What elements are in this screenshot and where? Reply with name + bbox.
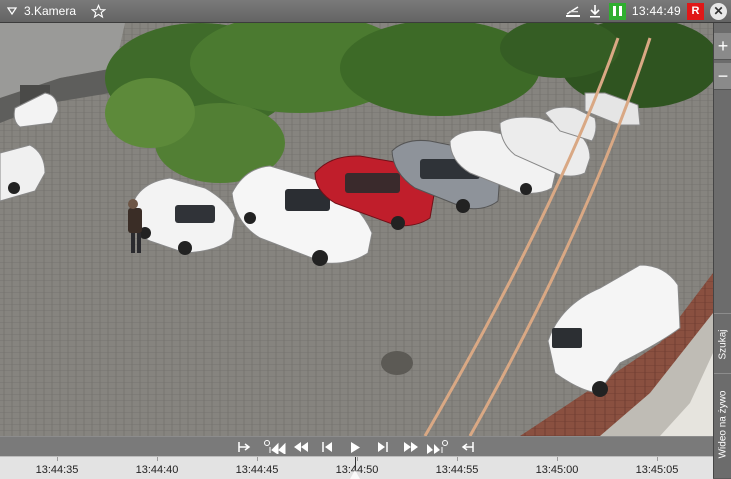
image-settings-icon[interactable] [565,3,581,19]
collapse-arrow-icon[interactable] [4,3,20,19]
export-download-icon[interactable] [587,3,603,19]
parking-lot-scene [0,23,713,436]
zoom-out-button[interactable]: − [714,63,731,90]
timeline-tick [457,457,458,461]
timeline-label: 13:44:35 [35,464,79,476]
playback-controls [0,436,713,457]
timeline-label: 13:45:05 [635,464,679,476]
skip-back-timed-icon[interactable] [262,439,288,455]
go-to-start-icon[interactable] [236,439,252,455]
go-to-end-icon[interactable] [460,439,476,455]
pause-button[interactable] [608,2,626,20]
fast-forward-icon[interactable] [402,439,420,455]
timeline-label: 13:45:00 [535,464,579,476]
timeline-label: 13:44:55 [435,464,479,476]
camera-name: 3.Kamera [24,4,77,18]
zoom-in-button[interactable]: + [714,33,731,60]
timeline-label: 13:44:40 [135,464,179,476]
timeline-tick [157,457,158,461]
rewind-icon[interactable] [292,439,310,455]
step-back-icon[interactable] [320,439,334,455]
star-icon[interactable] [90,3,106,19]
camera-time: 13:44:49 [631,4,681,18]
timeline-label: 13:44:45 [235,464,279,476]
timeline-tick [657,457,658,461]
timeline-tick [257,457,258,461]
right-sidebar: + − Szukaj Wideo na żywo [713,23,731,478]
timeline-tick [557,457,558,461]
timeline-tick [57,457,58,461]
camera-video-feed[interactable] [0,23,713,436]
record-button[interactable]: R [687,2,704,20]
camera-titlebar: 3.Kamera 13:44:49 R ✕ [0,0,731,23]
manhole-cover [381,351,413,375]
timeline-scale[interactable]: 13:44:35 13:44:40 13:44:45 13:44:50 13:4… [0,456,713,479]
step-forward-icon[interactable] [376,439,390,455]
play-button[interactable] [348,439,362,455]
timeline-tick [357,457,358,461]
close-button[interactable]: ✕ [710,2,727,20]
tab-live-video[interactable]: Wideo na żywo [714,373,731,474]
tab-search[interactable]: Szukaj [714,313,731,374]
skip-forward-timed-icon[interactable] [424,439,450,455]
